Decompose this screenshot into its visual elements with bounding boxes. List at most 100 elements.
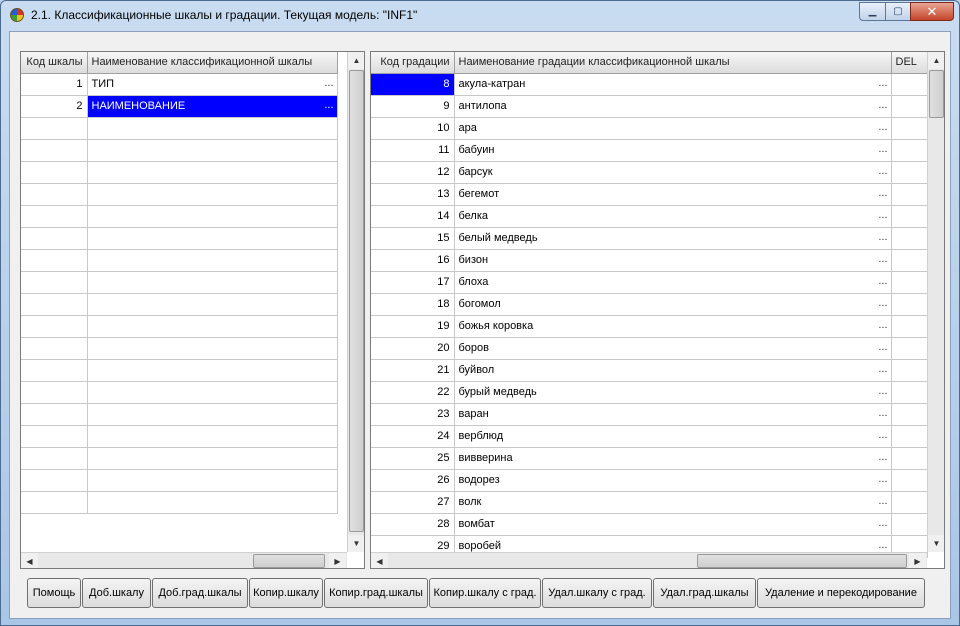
gradation-code-cell[interactable]: 18: [371, 293, 455, 316]
scroll-left-arrow-icon[interactable]: ◀: [21, 553, 38, 568]
scale-name-cell[interactable]: ТИП...: [87, 73, 338, 96]
gradation-code-cell[interactable]: 21: [371, 359, 455, 382]
edit-ellipsis-button[interactable]: ...: [878, 77, 887, 89]
del-cell[interactable]: [891, 183, 928, 206]
edit-ellipsis-button[interactable]: ...: [878, 385, 887, 397]
del-cell[interactable]: [891, 73, 928, 96]
del-cell[interactable]: [891, 403, 928, 426]
scroll-thumb[interactable]: [929, 70, 944, 118]
table-row[interactable]: 26 водорез...: [371, 469, 928, 492]
edit-ellipsis-button[interactable]: ...: [878, 363, 887, 375]
table-row[interactable]: [21, 183, 338, 206]
column-header-gradation-name[interactable]: Наименование градации классификационной …: [454, 52, 892, 74]
table-row[interactable]: 8 акула-катран...: [371, 73, 928, 96]
table-row[interactable]: [21, 161, 338, 184]
table-row[interactable]: 15 белый медведь...: [371, 227, 928, 250]
edit-ellipsis-button[interactable]: ...: [878, 143, 887, 155]
table-row[interactable]: [21, 359, 338, 382]
scroll-right-arrow-icon[interactable]: ▶: [909, 553, 926, 568]
scale-code-cell[interactable]: [21, 117, 88, 140]
table-row[interactable]: 21 буйвол...: [371, 359, 928, 382]
gradation-code-cell[interactable]: 19: [371, 315, 455, 338]
edit-ellipsis-button[interactable]: ...: [324, 77, 333, 89]
gradation-code-cell[interactable]: 22: [371, 381, 455, 404]
delete-gradation-button[interactable]: Удал.град.шкалы: [653, 578, 756, 608]
table-row[interactable]: [21, 337, 338, 360]
gradation-code-cell[interactable]: 25: [371, 447, 455, 470]
column-header-gradation-code[interactable]: Код градации: [371, 52, 455, 74]
scale-name-cell[interactable]: [87, 271, 338, 294]
gradations-grid[interactable]: Код градации Наименование градации класс…: [370, 51, 945, 569]
gradations-horizontal-scrollbar[interactable]: ◀ ▶: [371, 552, 927, 568]
edit-ellipsis-button[interactable]: ...: [878, 407, 887, 419]
gradation-name-cell[interactable]: варан...: [454, 403, 892, 426]
gradation-name-cell[interactable]: бабуин...: [454, 139, 892, 162]
scale-name-cell[interactable]: [87, 227, 338, 250]
table-row[interactable]: [21, 227, 338, 250]
scroll-left-arrow-icon[interactable]: ◀: [371, 553, 388, 568]
del-cell[interactable]: [891, 227, 928, 250]
del-cell[interactable]: [891, 95, 928, 118]
scale-name-cell[interactable]: [87, 161, 338, 184]
scale-code-cell[interactable]: [21, 227, 88, 250]
scale-name-cell[interactable]: [87, 117, 338, 140]
del-cell[interactable]: [891, 381, 928, 404]
scale-code-cell[interactable]: [21, 139, 88, 162]
edit-ellipsis-button[interactable]: ...: [878, 473, 887, 485]
table-row[interactable]: 17 блоха...: [371, 271, 928, 294]
scale-code-cell[interactable]: [21, 315, 88, 338]
table-row[interactable]: [21, 403, 338, 426]
table-row[interactable]: 9 антилопа...: [371, 95, 928, 118]
edit-ellipsis-button[interactable]: ...: [878, 231, 887, 243]
edit-ellipsis-button[interactable]: ...: [878, 451, 887, 463]
del-cell[interactable]: [891, 469, 928, 492]
scale-code-cell[interactable]: [21, 337, 88, 360]
add-scale-button[interactable]: Доб.шкалу: [82, 578, 151, 608]
gradation-code-cell[interactable]: 23: [371, 403, 455, 426]
column-header-scale-code[interactable]: Код шкалы: [21, 52, 88, 74]
scale-code-cell[interactable]: [21, 381, 88, 404]
gradation-name-cell[interactable]: акула-катран...: [454, 73, 892, 96]
scroll-right-arrow-icon[interactable]: ▶: [329, 553, 346, 568]
title-bar[interactable]: 2.1. Классификационные шкалы и градации.…: [1, 1, 959, 31]
scale-code-cell[interactable]: [21, 271, 88, 294]
scroll-up-arrow-icon[interactable]: ▲: [928, 52, 944, 69]
edit-ellipsis-button[interactable]: ...: [878, 539, 887, 551]
scale-name-cell[interactable]: [87, 359, 338, 382]
scale-code-cell[interactable]: [21, 205, 88, 228]
del-cell[interactable]: [891, 315, 928, 338]
gradation-name-cell[interactable]: буйвол...: [454, 359, 892, 382]
scale-name-cell[interactable]: [87, 491, 338, 514]
gradation-name-cell[interactable]: божья коровка...: [454, 315, 892, 338]
column-header-del[interactable]: DEL: [891, 52, 928, 74]
table-row[interactable]: [21, 117, 338, 140]
scale-code-cell[interactable]: 1: [21, 73, 88, 96]
del-cell[interactable]: [891, 249, 928, 272]
table-row[interactable]: 1 ТИП...: [21, 73, 338, 96]
table-row[interactable]: [21, 491, 338, 514]
gradations-vertical-scrollbar[interactable]: ▲ ▼: [927, 52, 944, 552]
scroll-thumb[interactable]: [349, 70, 364, 532]
table-row[interactable]: 25 вивверина...: [371, 447, 928, 470]
scale-code-cell[interactable]: [21, 161, 88, 184]
table-row[interactable]: 18 богомол...: [371, 293, 928, 316]
scale-name-cell[interactable]: [87, 337, 338, 360]
del-cell[interactable]: [891, 513, 928, 536]
scale-name-cell[interactable]: [87, 447, 338, 470]
gradation-code-cell[interactable]: 24: [371, 425, 455, 448]
scale-code-cell[interactable]: [21, 293, 88, 316]
copy-gradation-button[interactable]: Копир.град.шкалы: [324, 578, 428, 608]
gradation-name-cell[interactable]: богомол...: [454, 293, 892, 316]
scale-code-cell[interactable]: 2: [21, 95, 88, 118]
gradation-code-cell[interactable]: 12: [371, 161, 455, 184]
edit-ellipsis-button[interactable]: ...: [878, 99, 887, 111]
table-row[interactable]: 27 волк...: [371, 491, 928, 514]
table-row[interactable]: 12 барсук...: [371, 161, 928, 184]
table-row[interactable]: 22 бурый медведь...: [371, 381, 928, 404]
table-row[interactable]: 28 вомбат...: [371, 513, 928, 536]
table-row[interactable]: 14 белка...: [371, 205, 928, 228]
gradation-code-cell[interactable]: 14: [371, 205, 455, 228]
gradation-name-cell[interactable]: верблюд...: [454, 425, 892, 448]
scale-name-cell[interactable]: НАИМЕНОВАНИЕ...: [87, 95, 338, 118]
edit-ellipsis-button[interactable]: ...: [878, 209, 887, 221]
